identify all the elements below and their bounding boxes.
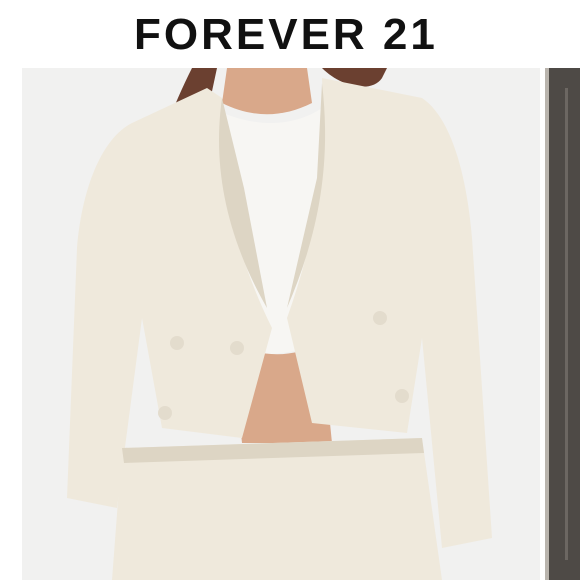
next-photo-preview[interactable] (545, 68, 580, 580)
jacket-button (395, 389, 409, 403)
next-photo-illustration (545, 68, 580, 580)
jacket-button (230, 341, 244, 355)
brand-logo: FOREVER 21 (134, 10, 438, 59)
panel-edge (545, 68, 549, 580)
product-photo-illustration (22, 68, 540, 580)
panel-seam (565, 88, 568, 560)
dark-panel (545, 68, 580, 580)
neck (222, 68, 312, 115)
jacket-button (373, 311, 387, 325)
jacket-button (170, 336, 184, 350)
product-photo[interactable] (22, 68, 540, 580)
jacket-button (158, 406, 172, 420)
header: FOREVER 21 (0, 0, 580, 68)
